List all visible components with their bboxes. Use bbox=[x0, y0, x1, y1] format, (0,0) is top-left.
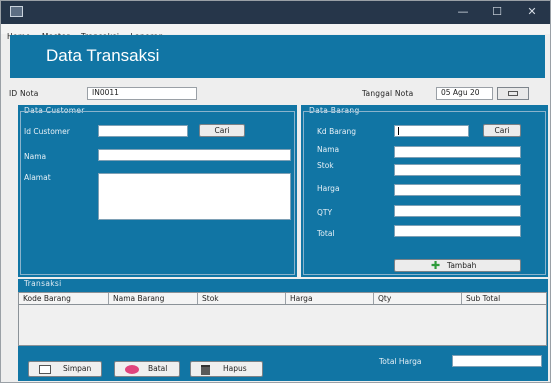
save-icon bbox=[39, 365, 51, 374]
customer-address-textarea[interactable] bbox=[98, 173, 291, 220]
date-picker-button[interactable] bbox=[497, 87, 529, 100]
id-nota-label: ID Nota bbox=[9, 89, 39, 98]
barang-name-input[interactable] bbox=[394, 146, 521, 158]
harga-input[interactable] bbox=[394, 184, 521, 196]
total-harga-field[interactable] bbox=[452, 355, 542, 367]
maximize-button[interactable]: ☐ bbox=[487, 4, 507, 20]
customer-panel: Data Customer Id Customer Cari Nama Alam… bbox=[18, 105, 297, 277]
transaksi-panel-legend: Transaksi bbox=[24, 279, 62, 288]
column-header[interactable]: Sub Total bbox=[462, 293, 546, 304]
barang-search-button[interactable]: Cari bbox=[483, 124, 521, 137]
cancel-icon bbox=[125, 365, 139, 374]
customer-search-button[interactable]: Cari bbox=[199, 124, 245, 137]
column-header[interactable]: Harga bbox=[286, 293, 374, 304]
tanggal-nota-field[interactable]: 05 Agu 20 bbox=[436, 87, 493, 100]
text-cursor bbox=[398, 127, 399, 135]
simpan-label: Simpan bbox=[63, 364, 92, 373]
tanggal-nota-label: Tanggal Nota bbox=[362, 89, 414, 98]
harga-label: Harga bbox=[317, 184, 340, 193]
transaksi-table[interactable]: Kode Barang Nama Barang Stok Harga Qty S… bbox=[18, 292, 547, 346]
id-customer-label: Id Customer bbox=[24, 127, 70, 136]
simpan-button[interactable]: Simpan bbox=[28, 361, 102, 377]
id-customer-input[interactable] bbox=[98, 125, 188, 137]
tambah-button[interactable]: ✚ Tambah bbox=[394, 259, 521, 272]
calendar-icon bbox=[508, 91, 518, 96]
batal-button[interactable]: Batal bbox=[114, 361, 180, 377]
column-header[interactable]: Qty bbox=[374, 293, 462, 304]
hapus-button[interactable]: Hapus bbox=[190, 361, 263, 377]
total-label: Total bbox=[317, 229, 335, 238]
qty-input[interactable] bbox=[394, 205, 521, 217]
kd-barang-label: Kd Barang bbox=[317, 127, 356, 136]
customer-name-input[interactable] bbox=[98, 149, 291, 161]
java-app-icon bbox=[10, 6, 23, 17]
column-header[interactable]: Stok bbox=[198, 293, 286, 304]
customer-name-label: Nama bbox=[24, 152, 47, 161]
header-banner: Data Transaksi bbox=[10, 35, 545, 78]
total-harga-label: Total Harga bbox=[379, 357, 422, 366]
close-button[interactable]: ✕ bbox=[522, 4, 542, 20]
column-header[interactable]: Nama Barang bbox=[109, 293, 198, 304]
plus-icon: ✚ bbox=[431, 259, 441, 272]
title-bar: — ☐ ✕ bbox=[1, 1, 550, 24]
tambah-label: Tambah bbox=[447, 261, 477, 270]
id-nota-field[interactable]: IN0011 bbox=[87, 87, 197, 100]
barang-panel: Data Barang Kd Barang Cari Nama Stok Har… bbox=[301, 105, 548, 277]
qty-label: QTY bbox=[317, 208, 333, 217]
table-header: Kode Barang Nama Barang Stok Harga Qty S… bbox=[19, 293, 546, 305]
column-header[interactable]: Kode Barang bbox=[19, 293, 109, 304]
trash-icon bbox=[201, 365, 210, 375]
kd-barang-input[interactable] bbox=[394, 125, 469, 137]
app-window: — ☐ ✕ Home Master Transaksi Laporan Data… bbox=[0, 0, 551, 383]
stok-input[interactable] bbox=[394, 164, 521, 176]
menu-bar: Home Master Transaksi Laporan bbox=[1, 24, 550, 41]
total-input[interactable] bbox=[394, 225, 521, 237]
barang-name-label: Nama bbox=[317, 145, 340, 154]
customer-address-label: Alamat bbox=[24, 173, 51, 182]
stok-label: Stok bbox=[317, 161, 334, 170]
batal-label: Batal bbox=[148, 364, 168, 373]
hapus-label: Hapus bbox=[223, 364, 247, 373]
page-title: Data Transaksi bbox=[46, 46, 160, 65]
minimize-button[interactable]: — bbox=[453, 4, 473, 20]
